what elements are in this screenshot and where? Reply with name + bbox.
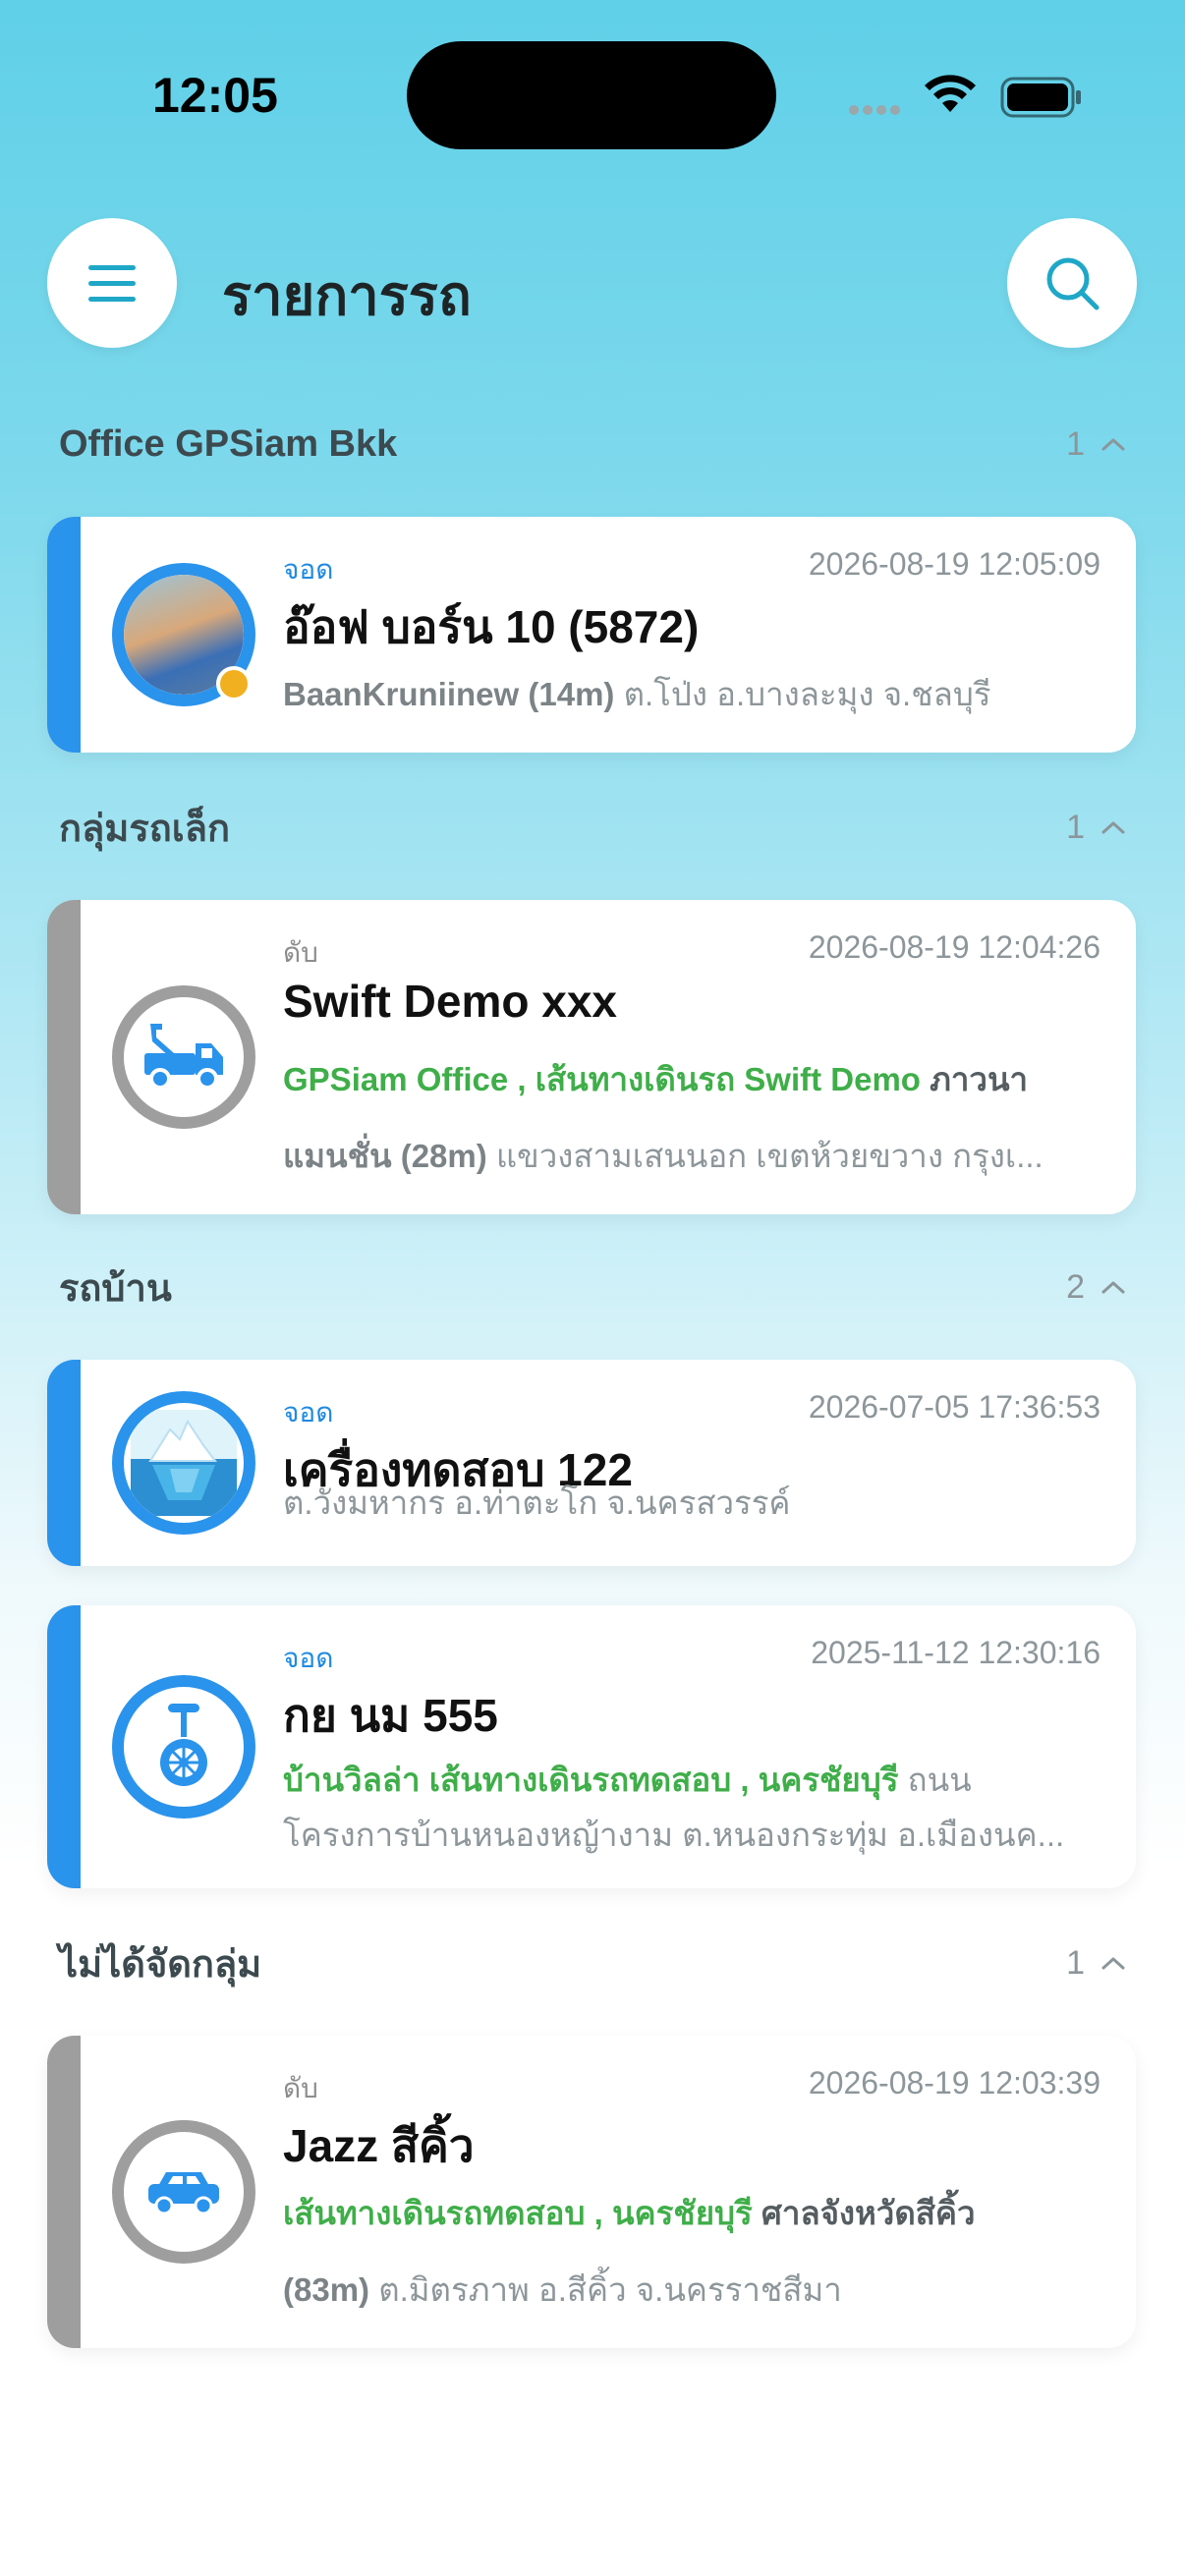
vehicle-location: BaanKruniinew (14m) ต.โป่ง อ.บางละมุง จ.… <box>283 656 1100 733</box>
status-bar-indicator <box>47 2036 81 2348</box>
vehicle-timestamp: 2025-11-12 12:30:16 <box>811 1635 1100 1670</box>
group-title: รถบ้าน <box>59 1267 172 1310</box>
geofence: บ้านวิลล่า เส้นทางเดินรถทดสอบ , นครชัยบุ… <box>283 1762 899 1798</box>
group-title: กลุ่มรถเล็ก <box>59 808 231 850</box>
vehicle-card[interactable]: ดับ 2026-08-19 12:03:39 Jazz สีคิ้ว เส้น… <box>47 2036 1136 2348</box>
vehicle-avatar <box>112 985 255 1129</box>
group-count-wrap: 2 <box>1066 1268 1126 1307</box>
group-title: Office GPSiam Bkk <box>59 422 398 465</box>
vehicle-card[interactable]: จอด 2026-08-19 12:05:09 อ๊อฟ บอร์น 10 (5… <box>47 517 1136 753</box>
dynamic-island <box>407 41 776 149</box>
chevron-up-icon[interactable] <box>1100 1955 1126 1971</box>
vehicle-name: อ๊อฟ บอร์น 10 (5872) <box>283 601 700 652</box>
search-button[interactable] <box>1007 218 1137 348</box>
chevron-up-icon[interactable] <box>1100 436 1126 452</box>
address: ต.วังมหากร อ.ท่าตะโก จ.นครสวรรค์ <box>283 1484 791 1521</box>
nearest-place: ศาลจังหวัดสีคิ้ว <box>761 2195 976 2231</box>
group-title: ไม่ได้จัดกลุ่ม <box>59 1943 262 1986</box>
location-line-1: GPSiam Office , เส้นทางเดินรถ Swift Demo… <box>283 1041 1100 1118</box>
group-count: 1 <box>1066 1943 1085 1982</box>
location-line-1: บ้านวิลล่า เส้นทางเดินรถทดสอบ , นครชัยบุ… <box>283 1753 1100 1808</box>
menu-button[interactable] <box>47 218 177 348</box>
group-header-home-cars[interactable]: รถบ้าน 2 <box>59 1258 1126 1316</box>
location-line-2: (83m) ต.มิตรภาพ อ.สีคิ้ว จ.นครราชสีมา <box>283 2252 1100 2328</box>
page-title: รายการรถ <box>222 264 472 326</box>
menu-icon <box>88 265 136 302</box>
vehicle-location: บ้านวิลล่า เส้นทางเดินรถทดสอบ , นครชัยบุ… <box>283 1753 1100 1863</box>
group-count: 1 <box>1066 808 1085 846</box>
vehicle-status: จอด <box>283 1643 334 1673</box>
vehicle-status: ดับ <box>283 2073 318 2103</box>
search-icon <box>1046 257 1100 310</box>
status-bar-indicator <box>47 900 81 1214</box>
vehicle-avatar <box>112 2120 255 2264</box>
status-bar-indicator <box>47 1605 81 1888</box>
address: ต.โป่ง อ.บางละมุง จ.ชลบุรี <box>623 676 991 712</box>
address: โครงการบ้านหนองหญ้างาม ต.หนองกระทุ่ม อ.เ… <box>283 1817 1065 1853</box>
vehicle-status: จอด <box>283 1397 334 1428</box>
location-line-1: เส้นทางเดินรถทดสอบ , นครชัยบุรี ศาลจังหว… <box>283 2175 1100 2252</box>
group-header-office-gpsiam[interactable]: Office GPSiam Bkk 1 <box>59 415 1126 474</box>
chevron-up-icon[interactable] <box>1100 1279 1126 1295</box>
address: ต.มิตรภาพ อ.สีคิ้ว จ.นครราชสีมา <box>378 2271 842 2308</box>
status-dot-badge <box>216 666 252 701</box>
vehicle-card[interactable]: จอด 2026-07-05 17:36:53 เครื่องทดสอบ 122… <box>47 1360 1136 1566</box>
vehicle-timestamp: 2026-08-19 12:05:09 <box>808 546 1100 582</box>
vehicle-card[interactable]: จอด 2025-11-12 12:30:16 กย นม 555 บ้านวิ… <box>47 1605 1136 1888</box>
battery-icon <box>1000 77 1083 122</box>
cellular-signal-icon <box>849 100 904 119</box>
vehicle-status: จอด <box>283 554 334 585</box>
vehicle-location: GPSiam Office , เส้นทางเดินรถ Swift Demo… <box>283 1041 1100 1195</box>
vehicle-status: ดับ <box>283 937 318 968</box>
nearest-place: BaanKruniinew (14m) <box>283 676 615 712</box>
location-line-2: โครงการบ้านหนองหญ้างาม ต.หนองกระทุ่ม อ.เ… <box>283 1808 1100 1863</box>
vehicle-card[interactable]: ดับ 2026-08-19 12:04:26 Swift Demo xxx G… <box>47 900 1136 1214</box>
vehicle-name: กย นม 555 <box>283 1690 498 1741</box>
nearest-place: ภาวนา <box>930 1061 1029 1097</box>
group-count-wrap: 1 <box>1066 1944 1126 1983</box>
tow-truck-icon <box>144 1024 223 1090</box>
nearest-place: ถนน <box>907 1762 972 1798</box>
vehicle-avatar <box>112 1675 255 1819</box>
vehicle-timestamp: 2026-08-19 12:03:39 <box>808 2065 1100 2100</box>
vehicle-name: Jazz สีคิ้ว <box>283 2120 475 2171</box>
vehicle-location: ต.วังมหากร อ.ท่าตะโก จ.นครสวรรค์ <box>283 1474 1100 1533</box>
vehicle-timestamp: 2026-07-05 17:36:53 <box>808 1389 1100 1425</box>
iceberg-icon <box>131 1410 237 1516</box>
group-count: 2 <box>1066 1267 1085 1306</box>
unicycle-icon <box>160 1704 207 1786</box>
location-line-2: แมนชั่น (28m) แขวงสามเสนนอก เขตห้วยขวาง … <box>283 1118 1100 1195</box>
geofence: เส้นทางเดินรถทดสอบ , นครชัยบุรี <box>283 2195 753 2231</box>
group-header-small-cars[interactable]: กลุ่มรถเล็ก 1 <box>59 798 1126 857</box>
car-icon <box>148 2172 219 2215</box>
group-count-wrap: 1 <box>1066 425 1126 464</box>
chevron-up-icon[interactable] <box>1100 819 1126 835</box>
status-bar-indicator <box>47 1360 81 1566</box>
group-count: 1 <box>1066 424 1085 463</box>
vehicle-name: Swift Demo xxx <box>283 976 617 1027</box>
vehicle-location: เส้นทางเดินรถทดสอบ , นครชัยบุรี ศาลจังหว… <box>283 2175 1100 2328</box>
status-bar-indicator <box>47 517 81 753</box>
group-header-ungrouped[interactable]: ไม่ได้จัดกลุ่ม 1 <box>59 1933 1126 1992</box>
group-count-wrap: 1 <box>1066 809 1126 847</box>
nearest-place-distance: (83m) <box>283 2271 370 2308</box>
vehicle-timestamp: 2026-08-19 12:04:26 <box>808 929 1100 965</box>
geofence: GPSiam Office , เส้นทางเดินรถ Swift Demo <box>283 1061 921 1097</box>
status-time: 12:05 <box>152 68 278 123</box>
vehicle-avatar <box>112 1391 255 1535</box>
address: แขวงสามเสนนอก เขตห้วยขวาง กรุงเ... <box>495 1138 1044 1174</box>
wifi-icon <box>924 73 977 118</box>
nearest-place-distance: แมนชั่น (28m) <box>283 1138 487 1174</box>
